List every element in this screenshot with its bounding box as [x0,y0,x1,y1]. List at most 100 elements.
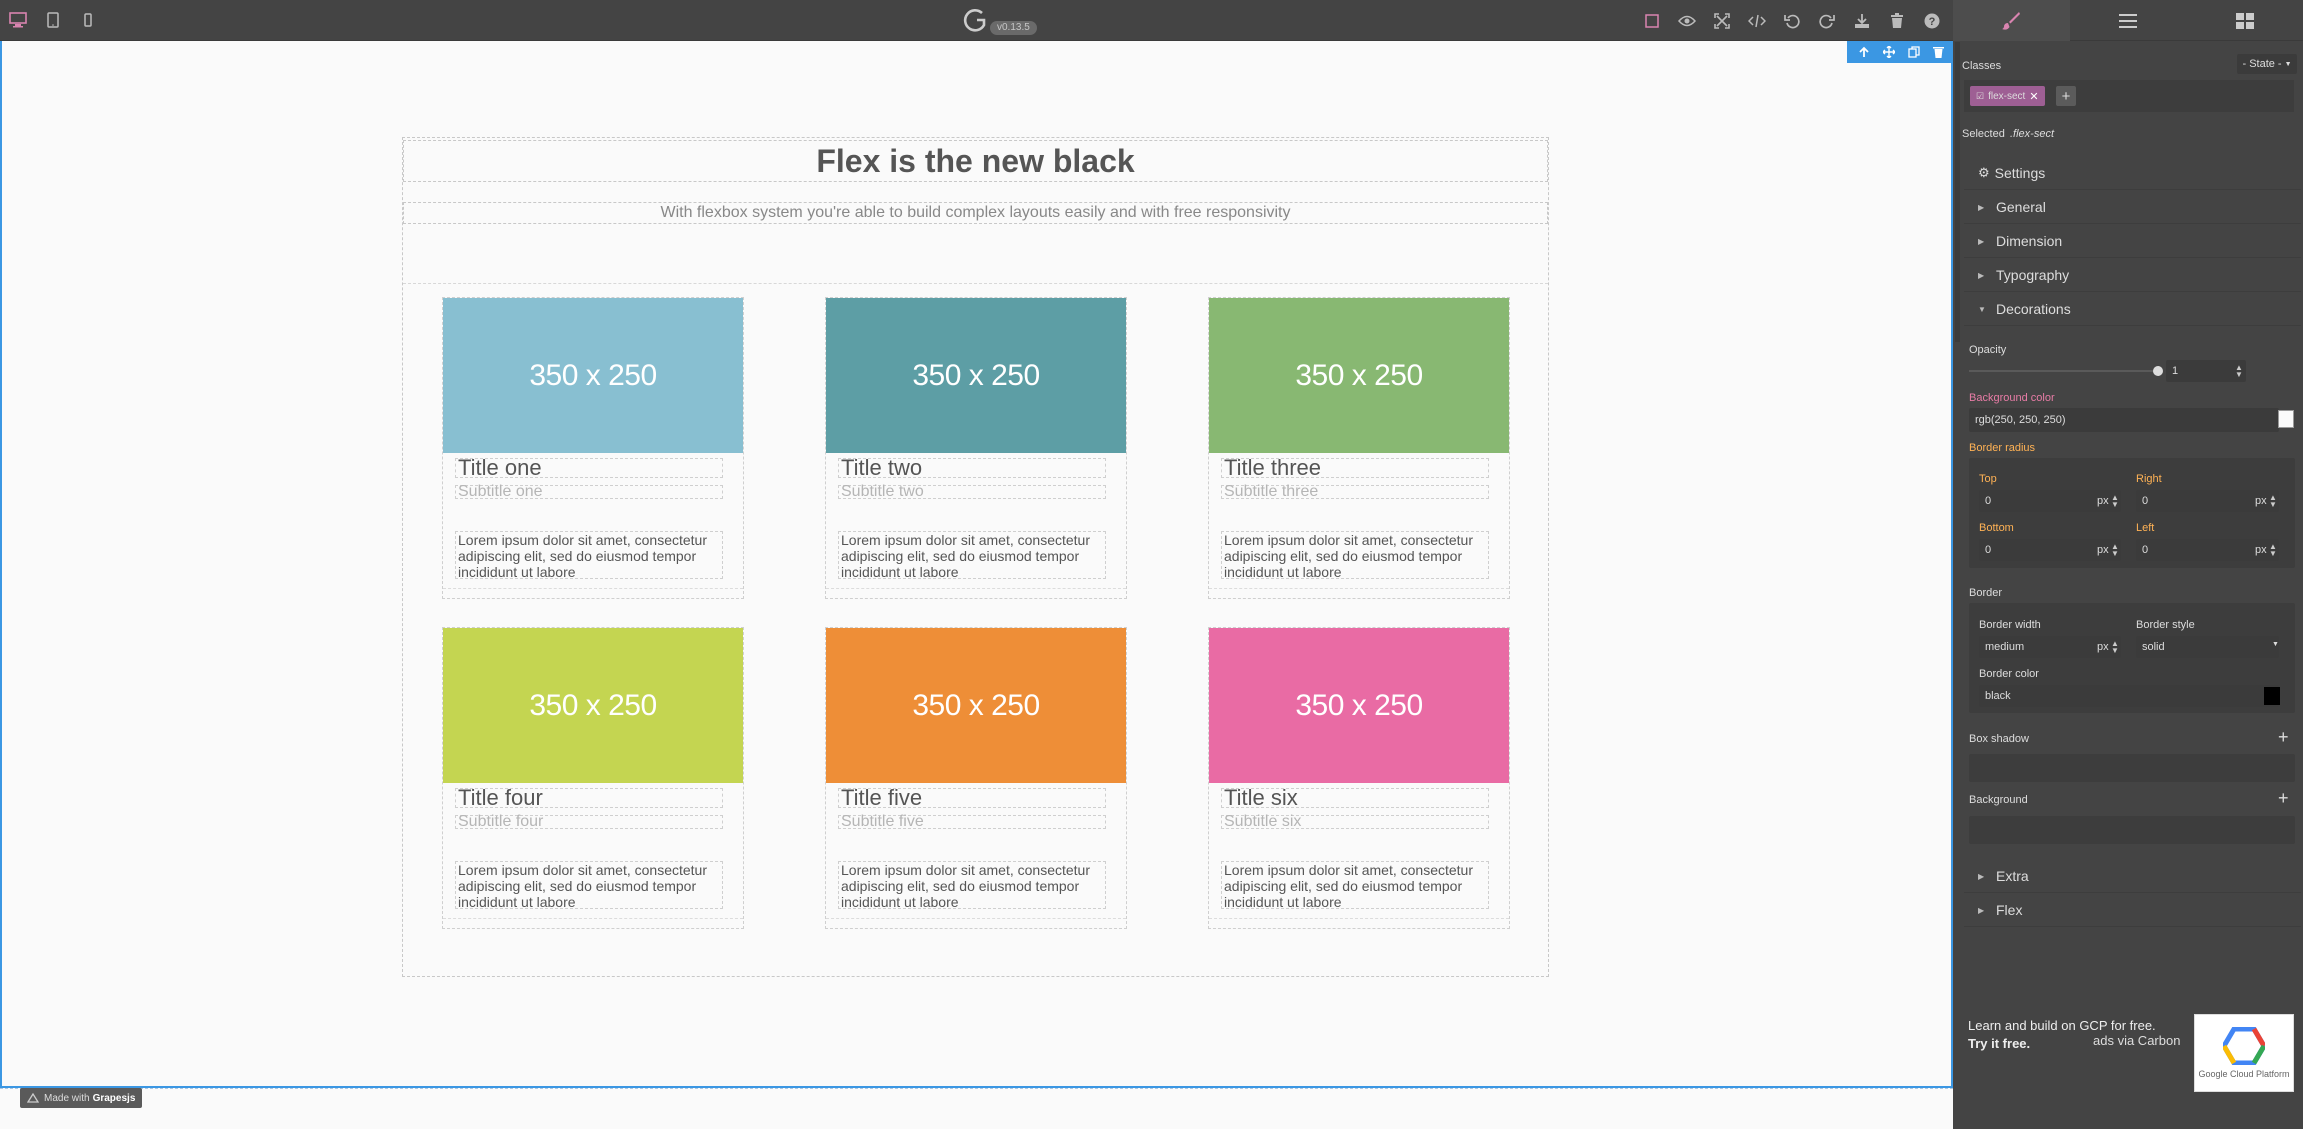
tablet-icon[interactable] [42,9,64,31]
card[interactable]: 350 x 250 Title three Subtitle three Lor… [1208,297,1510,599]
layer-manager-icon[interactable] [2070,0,2187,41]
card-title[interactable]: Title six [1221,787,1489,809]
card-image-label: 350 x 250 [529,358,657,392]
sector-extra-label: Extra [1996,868,2029,884]
add-class-button[interactable]: + [2056,86,2076,106]
card-text[interactable]: Lorem ipsum dolor sit amet, consectetur … [838,531,1106,580]
ad-via[interactable]: ads via Carbon [2093,1033,2180,1048]
close-icon[interactable]: ✕ [2029,90,2038,103]
stepper-icon[interactable]: ▲ ▼ [2111,543,2119,558]
style-manager-icon[interactable] [1953,0,2070,41]
border-color-input[interactable]: black [1979,685,2279,707]
settings-sector[interactable]: ⚙ Settings [1964,157,2301,190]
state-select[interactable]: - State - ▼ [2237,54,2297,74]
undo-icon[interactable] [1780,9,1804,33]
sector-typography[interactable]: ▶ Typography [1964,259,2301,292]
stepper-icon[interactable]: ▲ ▼ [2269,494,2277,509]
flex-section[interactable]: Flex is the new black With flexbox syste… [402,137,1549,977]
card-subtitle[interactable]: Subtitle five [838,814,1106,830]
card-image[interactable]: 350 x 250 [443,298,743,453]
card-text[interactable]: Lorem ipsum dolor sit amet, consectetur … [455,531,723,580]
bg-color-value: rgb(250, 250, 250) [1975,414,2066,426]
card-image[interactable]: 350 x 250 [826,298,1126,453]
add-box-shadow-icon[interactable]: + [2278,727,2289,748]
opacity-stepper-icon[interactable]: ▲ ▼ [2235,364,2243,379]
settings-label: Settings [1994,165,2046,181]
radius-right-value: 0 [2142,495,2149,507]
card-text[interactable]: Lorem ipsum dolor sit amet, consectetur … [1221,861,1489,910]
code-icon[interactable] [1745,9,1769,33]
border-radius-label: Border radius [1969,442,2036,454]
card-text[interactable]: Lorem ipsum dolor sit amet, consectetur … [455,861,723,910]
blocks-icon[interactable] [2186,0,2303,41]
redo-icon[interactable] [1815,9,1839,33]
card[interactable]: 350 x 250 Title six Subtitle six Lorem i… [1208,627,1510,929]
border-style-select[interactable]: solid [2136,636,2279,658]
stepper-icon[interactable]: ▲ ▼ [2269,543,2277,558]
caret-right-icon: ▶ [1978,202,1985,212]
card-image[interactable]: 350 x 250 [826,628,1126,783]
editor-canvas[interactable]: Flex is the new black With flexbox syste… [0,41,1955,1088]
card-subtitle[interactable]: Subtitle one [455,484,723,500]
move-icon[interactable] [1882,46,1895,58]
sector-flex[interactable]: ▶ Flex [1964,894,2301,927]
help-icon[interactable]: ? [1920,9,1944,33]
opacity-handle[interactable] [2153,366,2163,376]
card-title[interactable]: Title five [838,787,1106,809]
select-parent-icon[interactable] [1858,46,1870,58]
mobile-icon[interactable] [77,9,99,31]
desktop-icon[interactable] [7,9,29,31]
card-subtitle[interactable]: Subtitle three [1221,484,1489,500]
radius-bottom-unit[interactable]: px [2097,544,2109,556]
card-subtitle[interactable]: Subtitle six [1221,814,1489,830]
version-badge: v0.13.5 [990,21,1037,35]
card-image[interactable]: 350 x 250 [1209,628,1509,783]
sector-general[interactable]: ▶ General [1964,191,2301,224]
sector-extra[interactable]: ▶ Extra [1964,860,2301,893]
card-title[interactable]: Title four [455,787,723,809]
card[interactable]: 350 x 250 Title five Subtitle five Lorem… [825,627,1127,929]
ad-logo[interactable]: Google Cloud Platform [2194,1014,2294,1092]
add-background-icon[interactable]: + [2278,788,2289,809]
card[interactable]: 350 x 250 Title four Subtitle four Lorem… [442,627,744,929]
radius-right-unit[interactable]: px [2255,495,2267,507]
clear-canvas-icon[interactable] [1885,9,1909,33]
opacity-slider[interactable] [1969,370,2159,372]
card-text[interactable]: Lorem ipsum dolor sit amet, consectetur … [1221,531,1489,580]
radius-top-unit[interactable]: px [2097,495,2109,507]
class-tag[interactable]: ☑ flex-sect ✕ [1970,86,2045,106]
panel-scrollbar[interactable] [1955,42,1960,342]
sector-dimension[interactable]: ▶ Dimension [1964,225,2301,258]
card-subtitle[interactable]: Subtitle four [455,814,723,830]
border-color-swatch[interactable] [2264,687,2280,705]
card-image[interactable]: 350 x 250 [1209,298,1509,453]
stepper-icon[interactable]: ▲ ▼ [2111,494,2119,509]
made-with-badge[interactable]: Made with Grapesjs [20,1088,143,1108]
border-width-unit[interactable]: px [2097,641,2109,653]
sw-visibility-icon[interactable] [1640,9,1664,33]
card-title[interactable]: Title two [838,457,1106,479]
card-subtitle[interactable]: Subtitle two [838,484,1106,500]
card[interactable]: 350 x 250 Title one Subtitle one Lorem i… [442,297,744,599]
radius-top-label: Top [1979,473,1997,485]
card-title[interactable]: Title three [1221,457,1489,479]
import-icon[interactable] [1850,9,1874,33]
stepper-icon[interactable]: ▲ ▼ [2111,640,2119,655]
fullscreen-icon[interactable] [1710,9,1734,33]
checkbox-icon[interactable]: ☑ [1976,91,1984,102]
clone-icon[interactable] [1908,46,1920,58]
card[interactable]: 350 x 250 Title two Subtitle two Lorem i… [825,297,1127,599]
preview-icon[interactable] [1675,9,1699,33]
card-image[interactable]: 350 x 250 [443,628,743,783]
sector-decorations[interactable]: ▼ Decorations [1964,293,2301,326]
bg-color-swatch[interactable] [2278,410,2294,428]
section-heading[interactable]: Flex is the new black [403,140,1548,182]
card-text[interactable]: Lorem ipsum dolor sit amet, consectetur … [838,861,1106,910]
bg-color-input[interactable]: rgb(250, 250, 250) [1969,408,2279,432]
card-title[interactable]: Title one [455,457,723,479]
delete-icon[interactable] [1933,46,1945,58]
opacity-input[interactable]: 1 [2166,360,2246,382]
state-select-value: - State - [2242,58,2282,70]
section-subheading[interactable]: With flexbox system you're able to build… [403,202,1548,224]
radius-left-unit[interactable]: px [2255,544,2267,556]
